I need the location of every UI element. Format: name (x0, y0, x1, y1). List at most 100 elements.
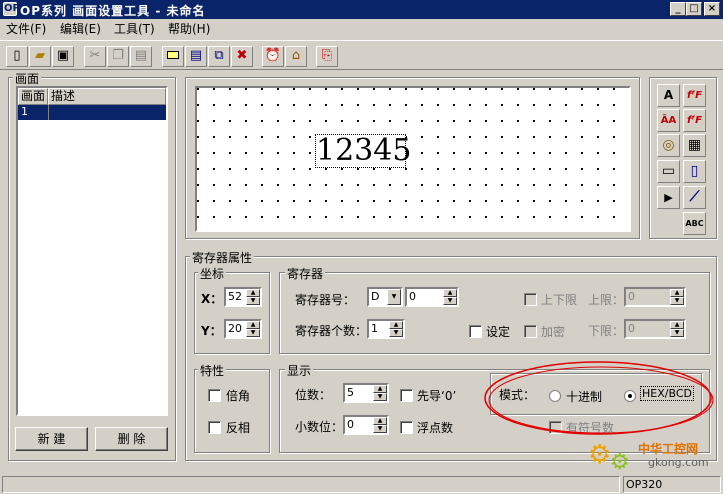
font-tool-icon[interactable]: fᶠF (683, 84, 706, 107)
decimals-up-arrow-icon[interactable]: ▲ (373, 417, 387, 425)
encrypt-checkbox[interactable] (524, 325, 537, 338)
y-value: 20 (228, 322, 242, 335)
copy-icon[interactable]: ❐ (107, 46, 129, 67)
menu-bar: 文件(F) 编辑(E) 工具(T) 帮助(H) (0, 19, 723, 39)
register-addr-value: 0 (409, 290, 416, 303)
addr-up-arrow-icon[interactable]: ▲ (443, 289, 457, 297)
digits-spinner[interactable]: 5 ▲ ▼ (343, 383, 389, 403)
register-count-spinner[interactable]: 1 ▲ ▼ (367, 319, 405, 339)
register-count-value: 1 (371, 322, 378, 335)
close-button[interactable]: × (704, 2, 720, 16)
decimals-spinner[interactable]: 0 ▲ ▼ (343, 415, 389, 435)
abc-tool-icon[interactable]: ABC (683, 212, 706, 235)
new-file-icon[interactable]: ▯ (6, 46, 28, 67)
set-label: 设定 (486, 325, 511, 339)
home-icon[interactable]: ⌂ (285, 46, 307, 67)
app-logo-icon: OP (3, 2, 20, 16)
digits-value: 5 (347, 386, 354, 399)
screen-properties-icon[interactable]: ▤ (185, 46, 207, 67)
double-checkbox[interactable] (208, 389, 221, 402)
x-value: 52 (228, 290, 242, 303)
export-icon[interactable]: ⎘ (316, 46, 338, 67)
register-title: 寄存器 (285, 265, 326, 282)
ascii-text-tool-icon[interactable]: ÂA (657, 109, 680, 132)
register-display-number[interactable]: 12345 (315, 134, 411, 168)
encrypt-label: 加密 (541, 325, 566, 339)
title-bar: OP OP系列 画面设置工具 - 未命名 _ □ × (0, 0, 723, 19)
lamp-tool-icon[interactable]: ◎ (657, 134, 680, 157)
lower-label: 下限： (588, 324, 625, 338)
new-screen-button[interactable]: 新 建 (15, 427, 88, 451)
font-size-tool-icon[interactable]: fᶠF (683, 109, 706, 132)
y-up-arrow-icon[interactable]: ▲ (246, 321, 260, 329)
save-icon[interactable]: ▣ (52, 46, 74, 67)
menu-tools[interactable]: 工具(T) (110, 21, 159, 37)
menu-edit[interactable]: 编辑(E) (56, 21, 105, 37)
display-title: 显示 (285, 362, 314, 379)
upper-down-arrow-icon[interactable]: ▼ (670, 297, 684, 305)
digits-down-arrow-icon[interactable]: ▼ (373, 393, 387, 401)
alarm-clock-icon[interactable]: ⏰ (262, 46, 284, 67)
register-type-select[interactable]: D ▼ (367, 287, 403, 307)
maximize-button[interactable]: □ (686, 2, 702, 16)
x-down-arrow-icon[interactable]: ▼ (246, 297, 260, 305)
addr-down-arrow-icon[interactable]: ▼ (443, 297, 457, 305)
screen-delete-icon[interactable]: ✖ (231, 46, 253, 67)
lower-up-arrow-icon[interactable]: ▲ (670, 321, 684, 329)
menu-help[interactable]: 帮助(H) (164, 21, 214, 37)
invert-checkbox[interactable] (208, 421, 221, 434)
screen-list[interactable]: 画面 描述 1 (16, 86, 168, 416)
register-count-label: 寄存器个数： (295, 324, 368, 338)
button-tool-icon[interactable]: ▶ (657, 186, 680, 209)
chevron-down-icon[interactable]: ▼ (387, 289, 401, 305)
bar-tool-icon[interactable]: ▯ (683, 160, 706, 183)
y-label: Y： (201, 324, 222, 338)
minimize-button[interactable]: _ (670, 2, 686, 16)
table-row[interactable]: 1 (18, 105, 166, 120)
register-addr-label: 寄存器号： (295, 293, 356, 307)
set-checkbox[interactable] (469, 325, 482, 338)
gear-logo-icon: ⚙ (588, 440, 612, 470)
col-header-desc[interactable]: 描述 (48, 88, 166, 105)
digits-up-arrow-icon[interactable]: ▲ (373, 385, 387, 393)
register-tool-icon[interactable]: ▭ (657, 160, 680, 183)
float-label: 浮点数 (417, 421, 454, 435)
status-left (2, 476, 620, 493)
watermark-text: 中华工控网 (638, 442, 699, 456)
x-spinner[interactable]: 52 ▲ ▼ (224, 287, 262, 307)
grid-dots (197, 88, 629, 230)
upper-up-arrow-icon[interactable]: ▲ (670, 289, 684, 297)
decimals-down-arrow-icon[interactable]: ▼ (373, 425, 387, 433)
open-folder-icon[interactable]: ▰ (29, 46, 51, 67)
register-addr-spinner[interactable]: 0 ▲ ▼ (405, 287, 459, 307)
leading-zero-checkbox[interactable] (400, 389, 413, 402)
y-spinner[interactable]: 20 ▲ ▼ (224, 319, 262, 339)
lower-down-arrow-icon[interactable]: ▼ (670, 329, 684, 337)
text-tool-icon[interactable]: A (657, 84, 680, 107)
feature-group (194, 369, 270, 453)
x-label: X： (201, 292, 223, 306)
digits-label: 位数： (295, 388, 332, 402)
cut-icon[interactable]: ✂ (84, 46, 106, 67)
bitmap-tool-icon[interactable]: ▦ (683, 134, 706, 157)
delete-screen-button[interactable]: 删 除 (95, 427, 168, 451)
float-checkbox[interactable] (400, 421, 413, 434)
paste-icon[interactable]: ▤ (130, 46, 152, 67)
limits-checkbox[interactable] (524, 293, 537, 306)
preview-canvas[interactable]: 12345 (195, 86, 631, 232)
screen-icon[interactable] (162, 46, 184, 67)
upper-spinner[interactable]: 0 ▲ ▼ (624, 287, 686, 307)
lower-spinner[interactable]: 0 ▲ ▼ (624, 319, 686, 339)
screen-copy-icon[interactable]: ⧉ (208, 46, 230, 67)
col-header-screen[interactable]: 画面 (18, 88, 48, 105)
trend-tool-icon[interactable]: ⟋ (683, 186, 706, 209)
limits-label: 上下限 (541, 293, 578, 307)
count-down-arrow-icon[interactable]: ▼ (389, 329, 403, 337)
register-group (279, 272, 710, 354)
watermark: ⚙ ⚙ 中华工控网 gkong.com (588, 438, 718, 478)
count-up-arrow-icon[interactable]: ▲ (389, 321, 403, 329)
lower-value: 0 (628, 322, 635, 335)
y-down-arrow-icon[interactable]: ▼ (246, 329, 260, 337)
menu-file[interactable]: 文件(F) (2, 21, 50, 37)
x-up-arrow-icon[interactable]: ▲ (246, 289, 260, 297)
